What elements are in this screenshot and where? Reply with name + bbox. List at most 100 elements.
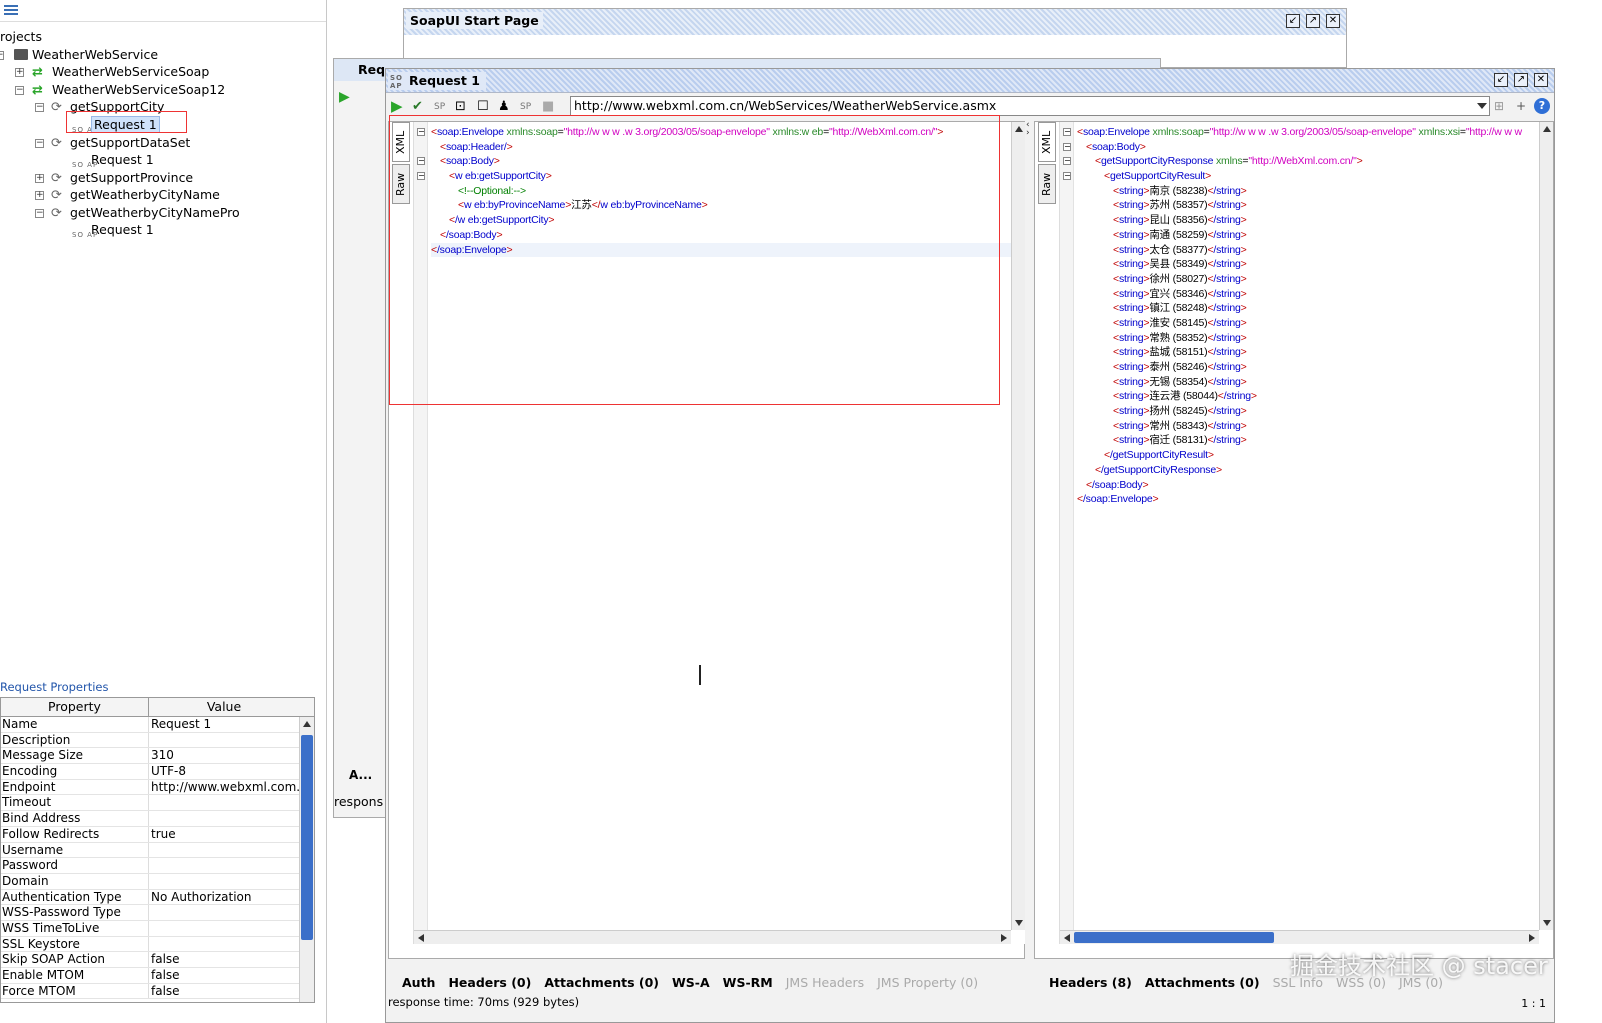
scroll-left-icon[interactable] xyxy=(418,934,424,942)
stop-icon[interactable]: ☐ xyxy=(477,99,489,114)
validate-icon[interactable]: ✔ xyxy=(412,99,423,114)
collapse-icon[interactable]: − xyxy=(0,51,4,60)
tree-node-request[interactable]: SO APRequest 1 xyxy=(72,151,154,169)
tree-node-operation-getsupportdataset[interactable]: − ⟳ getSupportDataSet xyxy=(35,134,190,152)
property-value[interactable]: UTF-8 xyxy=(149,764,299,779)
property-value[interactable] xyxy=(149,733,299,748)
fold-icon[interactable]: − xyxy=(1063,128,1071,136)
bottom-tab[interactable]: Headers (0) xyxy=(448,975,531,990)
format-icon[interactable]: ⊡ xyxy=(455,99,466,114)
property-value[interactable] xyxy=(149,795,299,810)
property-value[interactable] xyxy=(149,858,299,873)
property-value[interactable]: false xyxy=(149,952,299,967)
response-horizontal-scrollbar[interactable] xyxy=(1060,930,1539,944)
close-icon[interactable]: ✕ xyxy=(1534,73,1548,87)
maximize-icon[interactable]: ↗ xyxy=(1306,14,1320,28)
cancel-icon[interactable]: ■ xyxy=(542,99,554,114)
property-row[interactable]: Authentication Type No Authorization xyxy=(1,889,314,906)
scroll-right-icon[interactable] xyxy=(1529,934,1535,942)
property-row[interactable]: Message Size 310 xyxy=(1,748,314,765)
property-value[interactable]: false xyxy=(149,984,299,999)
response-xml-tab[interactable]: XML xyxy=(1038,122,1056,162)
endpoint-combo[interactable]: http://www.webxml.com.cn/WebServices/Wea… xyxy=(570,96,1490,116)
plus-icon[interactable]: + xyxy=(1516,99,1526,113)
tree-node-operation-getweatherbycitynamepro[interactable]: − ⟳ getWeatherbyCityNamePro xyxy=(35,204,240,222)
column-header-value[interactable]: Value xyxy=(149,698,299,716)
property-row[interactable]: Password xyxy=(1,858,314,874)
run-icon[interactable]: ▶ xyxy=(339,89,350,105)
property-row[interactable]: Username xyxy=(1,842,314,859)
property-value[interactable] xyxy=(149,874,299,889)
property-value[interactable]: 310 xyxy=(149,748,299,763)
tree-node-interface-soap[interactable]: + ⇄ WeatherWebServiceSoap xyxy=(15,63,209,81)
property-value[interactable]: http://www.webxml.com.... xyxy=(149,780,299,795)
property-value[interactable]: false xyxy=(149,968,299,983)
bottom-tab[interactable]: WS-A xyxy=(672,975,710,990)
property-row[interactable]: Domain xyxy=(1,873,314,890)
property-value[interactable] xyxy=(149,921,299,936)
bottom-tab[interactable]: Attachments (0) xyxy=(544,975,659,990)
expand-icon[interactable]: + xyxy=(35,174,44,183)
tree-node-interface-soap12[interactable]: − ⇄ WeatherWebServiceSoap12 xyxy=(15,81,225,99)
property-row[interactable]: Skip SOAP Action false xyxy=(1,952,314,968)
soap-settings-icon[interactable]: SP xyxy=(520,102,531,112)
property-row[interactable]: SSL Keystore xyxy=(1,936,314,953)
property-row[interactable]: Name Request 1 xyxy=(1,717,314,733)
property-value[interactable] xyxy=(149,905,299,920)
tree-node-operation-getsupportprovince[interactable]: + ⟳ getSupportProvince xyxy=(35,169,193,187)
property-row[interactable]: Timeout xyxy=(1,795,314,812)
scroll-right-icon[interactable] xyxy=(1001,934,1007,942)
add-endpoint-icon[interactable]: ⊞ xyxy=(1494,99,1504,113)
collapse-icon[interactable]: − xyxy=(15,86,24,95)
property-value[interactable] xyxy=(149,811,299,826)
scroll-down-icon[interactable] xyxy=(1543,920,1551,926)
property-row[interactable]: Force MTOM false xyxy=(1,983,314,1000)
tree-node-request[interactable]: SO APRequest 1 xyxy=(72,221,154,239)
scroll-down-icon[interactable] xyxy=(1015,920,1023,926)
fold-icon[interactable]: − xyxy=(1063,172,1071,180)
property-row[interactable]: Bind Address xyxy=(1,811,314,827)
fold-icon[interactable]: − xyxy=(1063,143,1071,151)
bottom-tab[interactable]: Headers (8) xyxy=(1049,975,1132,990)
collapse-icon[interactable]: − xyxy=(35,209,44,218)
scroll-up-icon[interactable] xyxy=(1015,126,1023,132)
column-header-property[interactable]: Property xyxy=(1,698,149,716)
scrollbar-thumb[interactable] xyxy=(1074,932,1274,943)
tree-node-project[interactable]: − WeatherWebService xyxy=(0,46,158,64)
request-vertical-scrollbar[interactable] xyxy=(1011,122,1025,930)
bottom-tab[interactable]: Auth xyxy=(402,975,435,990)
property-value[interactable] xyxy=(149,843,299,858)
property-row[interactable]: WSS TimeToLive xyxy=(1,920,314,937)
bottom-tab[interactable]: WS-RM xyxy=(723,975,773,990)
property-value[interactable]: true xyxy=(149,827,299,842)
property-row[interactable]: Description xyxy=(1,732,314,749)
response-vertical-scrollbar[interactable] xyxy=(1539,122,1553,930)
property-row[interactable]: Follow Redirects true xyxy=(1,826,314,843)
tree-node-operation-getweatherbycityname[interactable]: + ⟳ getWeatherbyCityName xyxy=(35,186,220,204)
chevron-down-icon[interactable] xyxy=(1477,103,1487,109)
fold-icon[interactable]: − xyxy=(1063,157,1071,165)
maximize-icon[interactable]: ↗ xyxy=(1514,73,1528,87)
property-row[interactable]: Encoding UTF-8 xyxy=(1,764,314,780)
scrollbar-thumb[interactable] xyxy=(301,735,313,940)
property-value[interactable]: Request 1 xyxy=(149,717,299,732)
splitter-handle[interactable]: ‹ › xyxy=(1026,121,1032,959)
scroll-left-icon[interactable] xyxy=(1064,934,1070,942)
bottom-tab[interactable]: JMS Headers xyxy=(786,975,864,990)
list-view-icon[interactable] xyxy=(4,5,18,17)
bottom-tab[interactable]: JMS Property (0) xyxy=(877,975,978,990)
user-icon[interactable]: ♟ xyxy=(498,99,510,114)
expand-icon[interactable]: + xyxy=(15,68,24,77)
minimize-icon[interactable]: ↙ xyxy=(1494,73,1508,87)
collapse-icon[interactable]: − xyxy=(35,139,44,148)
background-tab-a[interactable]: A... xyxy=(349,768,372,782)
scroll-up-icon[interactable] xyxy=(1543,126,1551,132)
soap-icon[interactable]: SP xyxy=(434,102,445,112)
property-row[interactable]: WSS-Password Type xyxy=(1,905,314,921)
minimize-icon[interactable]: ↙ xyxy=(1286,14,1300,28)
collapse-icon[interactable]: − xyxy=(35,103,44,112)
submit-request-icon[interactable]: ▶ xyxy=(391,97,403,115)
property-row[interactable]: Endpoint http://www.webxml.com.... xyxy=(1,779,314,796)
response-raw-tab[interactable]: Raw xyxy=(1038,164,1056,204)
close-icon[interactable]: ✕ xyxy=(1326,14,1340,28)
